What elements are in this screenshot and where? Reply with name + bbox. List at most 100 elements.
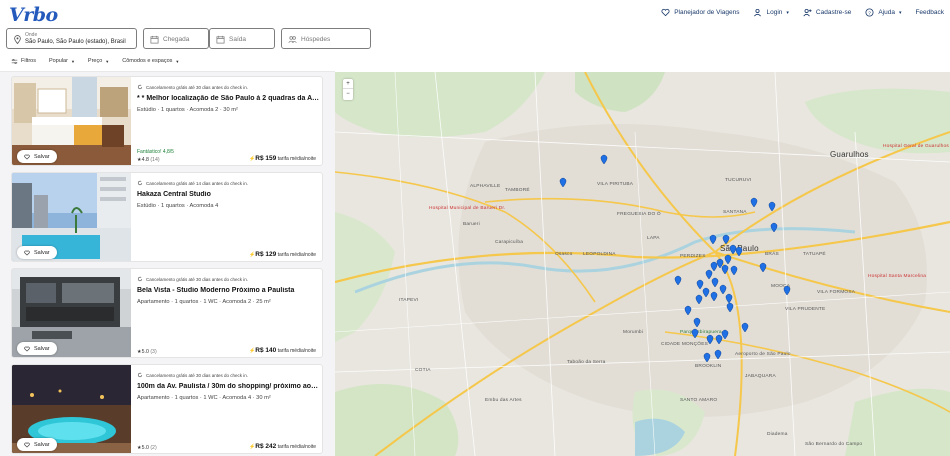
map-pin-icon[interactable] [711,277,719,288]
listing-card[interactable]: Salvar Cancelamento grátis até 14 dias a… [11,172,323,262]
rating: ★5.0 (2) [137,445,157,451]
filters-label: Filtros [21,58,36,64]
feedback-link[interactable]: Feedback [915,9,944,16]
signup-label: Cadastre-se [815,9,852,16]
map-pin-icon[interactable] [768,201,776,212]
chevron-down-icon: ▼ [70,58,75,64]
map-pin-icon[interactable] [719,284,727,295]
save-button[interactable]: Salvar [17,246,57,259]
free-cancellation: Cancelamento grátis até 30 dias antes do… [137,372,248,378]
listing-price: ⚡R$ 129 tarifa média/noite [249,251,316,258]
map-pin-icon[interactable] [710,291,718,302]
map-pin-icon[interactable] [600,154,608,165]
listing-list[interactable]: Salvar Cancelamento grátis até 30 dias a… [0,72,335,456]
user-icon [754,8,762,17]
chevron-down-icon: ▼ [175,58,180,64]
map-pin-icon[interactable] [559,177,567,188]
listing-details: Apartamento · 1 quartos · 1 WC · Acomoda… [137,299,271,305]
free-cancellation: Cancelamento grátis até 30 dias antes do… [137,84,248,90]
price-value: R$ 129 [255,251,277,258]
map-pin-icon[interactable] [714,349,722,360]
map-pin-icon[interactable] [706,334,714,345]
map-pin-icon[interactable] [695,294,703,305]
rooms-dropdown[interactable]: Cômodos e espaços ▼ [118,55,184,67]
chevron-down-icon: ▾ [898,9,902,16]
map-pin-icon[interactable] [705,269,713,280]
map-pin-icon[interactable] [725,293,733,304]
map-pins [559,154,791,363]
sliders-icon [11,58,18,64]
destination-field[interactable]: Onde São Paulo, São Paulo (estado), Bras… [6,28,137,49]
listing-card[interactable]: Salvar Cancelamento grátis até 30 dias a… [11,364,323,454]
map-pin-icon[interactable] [770,222,778,233]
save-button[interactable]: Salvar [17,150,57,163]
map-pin-icon[interactable] [721,264,729,275]
refresh-icon [137,372,143,378]
vrbo-logo[interactable]: Vrbo [9,4,58,26]
map-pin-icon[interactable] [684,305,692,316]
listing-card[interactable]: Salvar Cancelamento grátis até 30 dias a… [11,268,323,358]
refresh-icon [137,84,143,90]
map-pin-icon[interactable] [729,244,737,255]
login-link[interactable]: Login ▾ [753,8,789,17]
price-suffix: tarifa média/noite [277,444,316,450]
help-link[interactable]: ? Ajuda ▾ [865,8,901,17]
map-pin-icon[interactable] [726,302,734,313]
map-pin-icon[interactable] [759,262,767,273]
guests-icon [288,36,297,43]
map-pin-icon[interactable] [693,317,701,328]
map-pin-icon[interactable] [722,234,730,245]
heart-icon [661,8,670,17]
filter-bar: Filtros Popular ▼ Preço ▼ Cômodos e espa… [7,55,184,67]
map-pin-icon[interactable] [691,328,699,339]
price-dropdown[interactable]: Preço ▼ [83,55,114,67]
checkin-field[interactable]: Chegada [143,28,209,49]
listing-details: Estúdio · 1 quartos · Acomoda 4 [137,203,219,209]
map-view[interactable]: + − São Paulo Guarulhos Osasco Barueri C… [335,72,950,456]
map-pin-icon[interactable] [735,246,743,257]
map-pin-icon[interactable] [730,265,738,276]
cancellation-text: Cancelamento grátis até 30 dias antes do… [146,372,249,378]
add-user-icon [803,8,812,17]
listing-price: ⚡R$ 159 tarifa média/noite [249,155,316,162]
map-pin-icon[interactable] [710,261,718,272]
cancellation-text: Cancelamento grátis até 30 dias antes do… [146,276,249,282]
save-button[interactable]: Salvar [17,342,57,355]
price-label: Preço [87,58,103,64]
heart-icon [24,250,30,256]
trip-planner-link[interactable]: Planejador de Viagens [661,8,739,17]
map-pin-icon[interactable] [724,254,732,265]
map-pin-icon[interactable] [703,352,711,363]
listing-title[interactable]: Bela Vista - Studio Moderno Próximo a Pa… [137,287,319,294]
help-icon: ? [865,8,874,17]
map-pin-icon[interactable] [709,234,717,245]
signup-link[interactable]: Cadastre-se [803,8,851,17]
map-pin-icon[interactable] [674,275,682,286]
map-pin-icon[interactable] [715,334,723,345]
popular-dropdown[interactable]: Popular ▼ [44,55,79,67]
guests-field[interactable]: Hóspedes [281,28,371,49]
map-pin-icon[interactable] [721,329,729,340]
rating-value: 4.8 [141,157,149,163]
map-pin-icon[interactable] [702,287,710,298]
map-pin-icon[interactable] [741,322,749,333]
filters-button[interactable]: Filtros [7,55,40,67]
help-label: Ajuda [878,9,895,16]
listing-title[interactable]: 100m da Av. Paulista / 30m do shopping/ … [137,383,319,390]
chevron-down-icon: ▼ [105,58,110,64]
listing-title[interactable]: Hakaza Central Studio [137,191,319,198]
trip-planner-label: Planejador de Viagens [674,9,740,16]
heart-icon [24,346,30,352]
map-pin-icon[interactable] [696,279,704,290]
map-pin-icon[interactable] [783,285,791,296]
save-button[interactable]: Salvar [17,438,57,451]
chevron-down-icon: ▾ [786,9,789,16]
listing-title[interactable]: * * Melhor localização de São Paulo à 2 … [137,95,319,102]
listing-details: Estúdio · 1 quartos · Acomoda 2 · 30 m² [137,107,238,113]
listing-card[interactable]: Salvar Cancelamento grátis até 30 dias a… [11,76,323,166]
checkout-field[interactable]: Saída [209,28,275,49]
map-pin-icon[interactable] [750,197,758,208]
price-suffix: tarifa média/noite [277,156,316,162]
checkout-placeholder: Saída [229,36,246,43]
checkin-placeholder: Chegada [163,36,190,43]
